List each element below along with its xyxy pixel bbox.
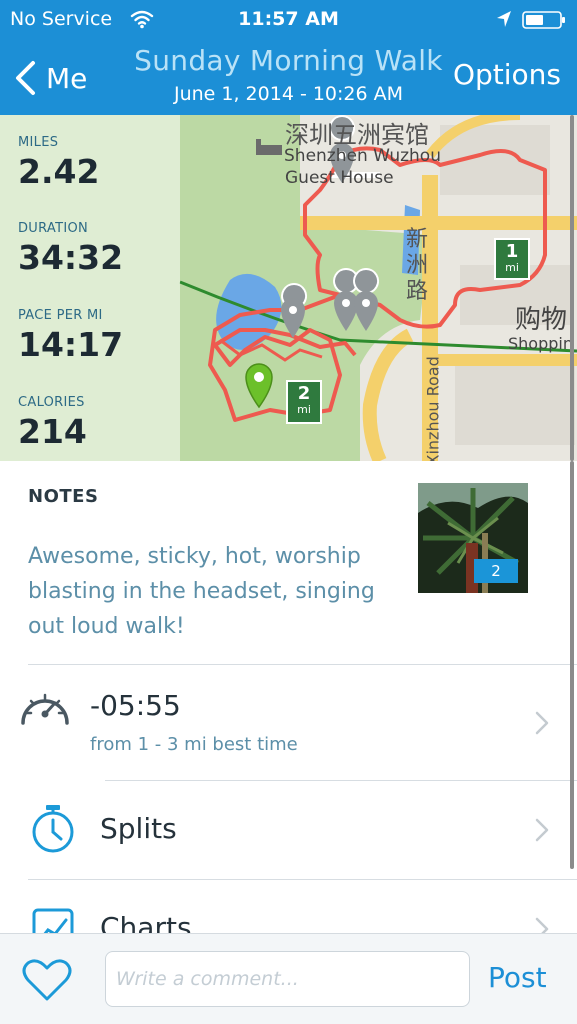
stat-label: CALORIES — [18, 395, 85, 410]
chevron-right-icon — [535, 711, 549, 735]
best-time-value: -05:55 — [90, 689, 181, 722]
photo-thumbnail[interactable]: 2 — [418, 483, 528, 593]
notes-line: Awesome, sticky, hot, worship — [28, 544, 361, 569]
mile-marker-unit: mi — [297, 403, 311, 416]
map-label-road-cn: 新洲路 — [406, 227, 429, 304]
comment-input[interactable] — [105, 951, 470, 1007]
splits-row[interactable]: Splits — [0, 781, 577, 879]
header: No Service 11:57 AM Me Sunday Morning Wa… — [0, 0, 577, 115]
chevron-right-icon — [535, 917, 549, 933]
stopwatch-icon — [32, 805, 74, 853]
options-button[interactable]: Options — [453, 58, 561, 91]
stat-calories: CALORIES 214 — [18, 395, 87, 451]
comment-bar: Post — [0, 933, 577, 1024]
scrollbar[interactable] — [570, 115, 574, 461]
map-label-shop-en: Shoppin — [508, 334, 573, 353]
speedometer-icon — [21, 693, 69, 725]
mile-marker-number: 2 — [297, 383, 311, 404]
stats-panel: MILES 2.42 DURATION 34:32 PACE PER MI 14… — [0, 115, 180, 461]
post-button[interactable]: Post — [488, 961, 547, 994]
mile-marker-2[interactable]: 2 mi — [286, 380, 322, 424]
notes-text: Awesome, sticky, hot, worship blasting i… — [28, 539, 400, 644]
charts-row[interactable]: Charts — [0, 880, 577, 933]
route-map[interactable]: 深圳五洲宾馆 Shenzhen Wuzhou Guest House 新洲路 X… — [0, 115, 577, 461]
heart-icon[interactable] — [22, 958, 72, 1002]
best-time-subtitle: from 1 - 3 mi best time — [90, 734, 298, 755]
map-label-shop-cn: 购物 — [515, 305, 568, 335]
photo-count-badge: 2 — [474, 559, 518, 583]
notes-line: blasting in the headset, singing — [28, 579, 375, 604]
stat-value: 34:32 — [18, 238, 124, 277]
status-bar: No Service 11:57 AM — [0, 0, 577, 38]
map-label-hotel-cn: 深圳五洲宾馆 — [285, 121, 429, 149]
scrollbar[interactable] — [570, 461, 574, 869]
notes-line: out loud walk! — [28, 614, 185, 639]
map-label-road-en: Xinzhou Road — [423, 356, 443, 461]
stat-label: DURATION — [18, 221, 89, 236]
stat-label: PACE PER MI — [18, 308, 103, 323]
map-label-hotel-en-2: Guest House — [285, 168, 394, 188]
splits-label: Splits — [100, 812, 177, 845]
notes-title: NOTES — [28, 486, 99, 507]
charts-label: Charts — [100, 911, 192, 933]
battery-icon — [522, 11, 565, 29]
stat-value: 2.42 — [18, 152, 100, 191]
notes-section: NOTES Awesome, sticky, hot, worship blas… — [0, 461, 577, 665]
stat-miles: MILES 2.42 — [18, 135, 99, 191]
mile-marker-unit: mi — [505, 261, 519, 274]
mile-marker-number: 1 — [505, 241, 519, 262]
map-label-hotel-en-1: Shenzhen Wuzhou — [284, 146, 441, 166]
stat-duration: DURATION 34:32 — [18, 221, 123, 277]
stat-value: 214 — [18, 412, 87, 451]
stat-value: 14:17 — [18, 325, 124, 364]
location-arrow-icon — [497, 11, 511, 27]
chevron-right-icon — [535, 818, 549, 842]
stat-label: MILES — [18, 135, 59, 150]
stat-pace: PACE PER MI 14:17 — [18, 308, 123, 364]
best-time-row[interactable]: -05:55 from 1 - 3 mi best time — [0, 665, 577, 780]
nav-bar: Me Sunday Morning Walk June 1, 2014 - 10… — [0, 40, 577, 112]
clock: 11:57 AM — [238, 8, 339, 30]
mile-marker-1[interactable]: 1 mi — [494, 238, 530, 280]
chart-icon — [32, 908, 74, 933]
